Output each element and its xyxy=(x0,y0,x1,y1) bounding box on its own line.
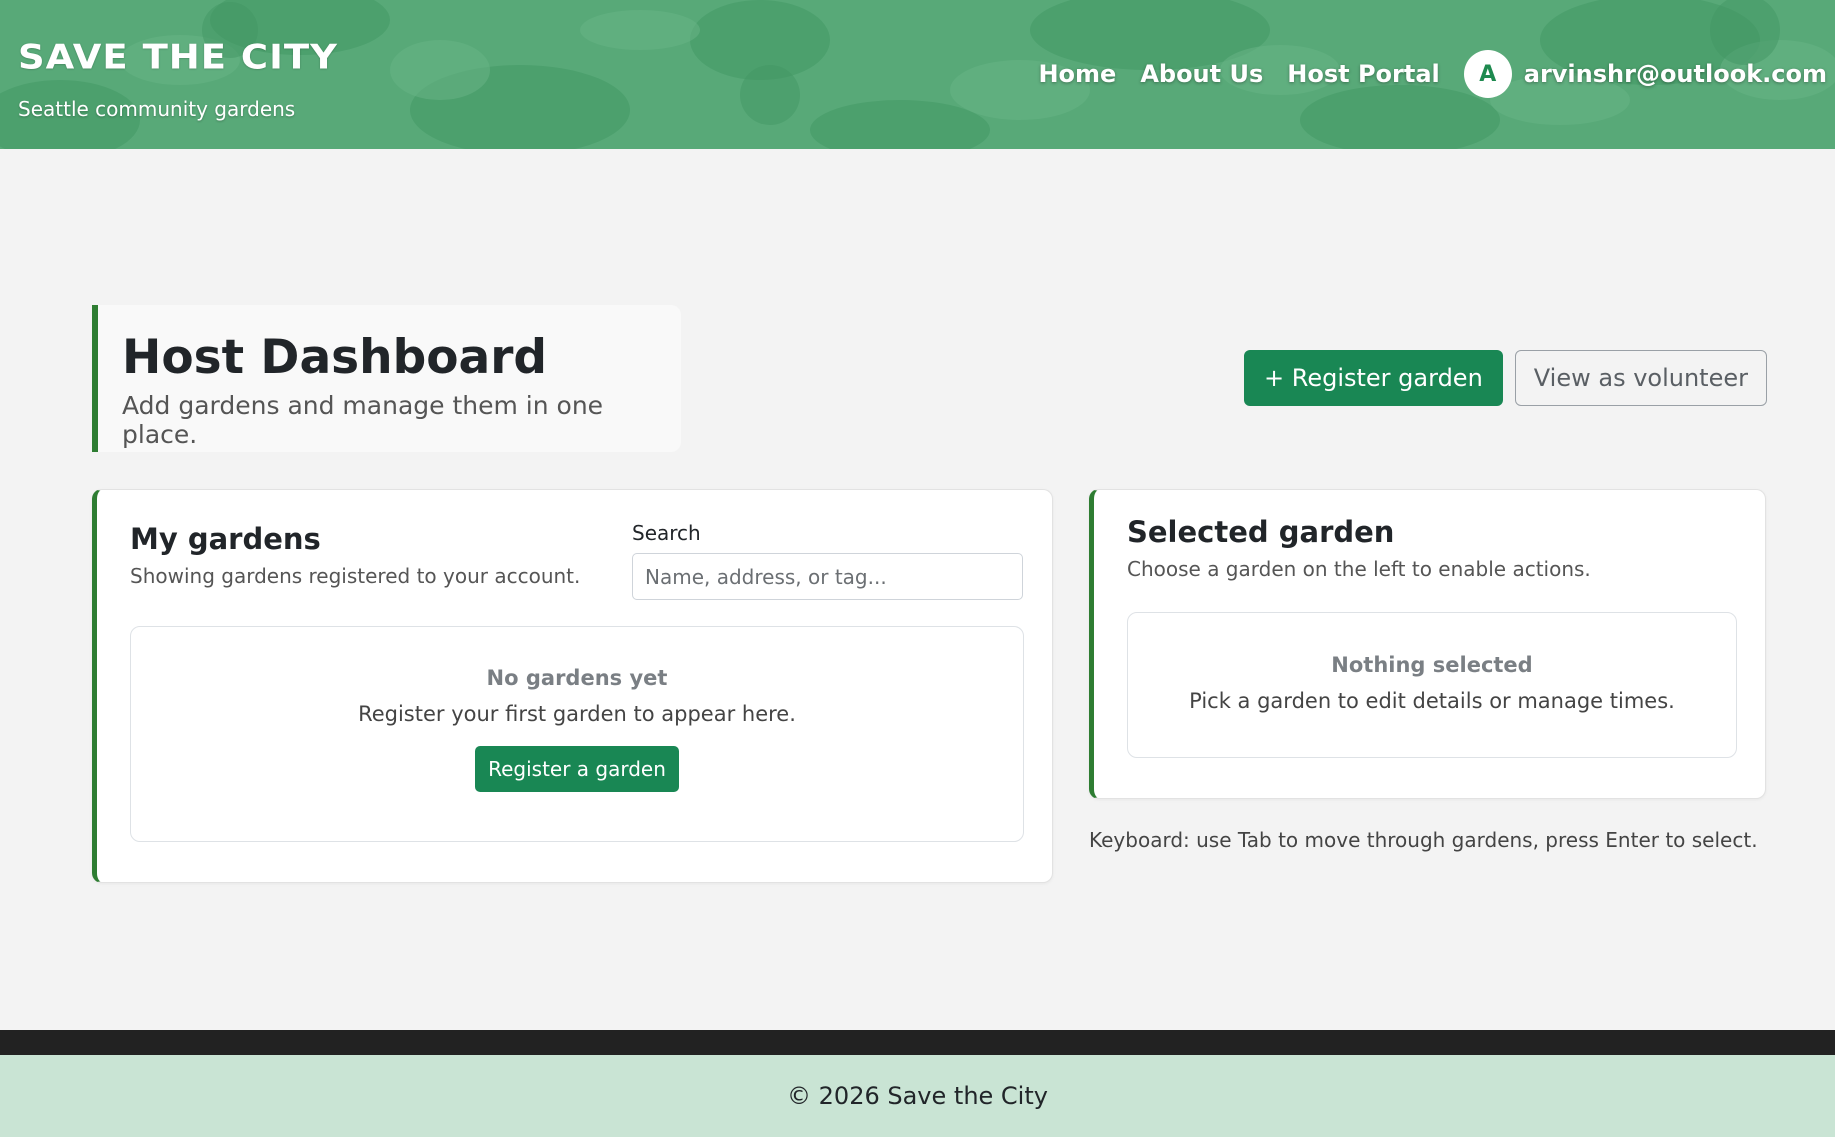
page-header: Host Dashboard Add gardens and manage th… xyxy=(92,305,681,452)
selected-garden-title: Selected garden xyxy=(1127,515,1395,549)
selected-empty-state: Nothing selected Pick a garden to edit d… xyxy=(1127,612,1737,758)
gardens-empty-text: Register your first garden to appear her… xyxy=(358,702,796,726)
search-block: Search xyxy=(632,521,1023,600)
view-as-volunteer-button[interactable]: View as volunteer xyxy=(1514,350,1767,406)
gardens-empty-state: No gardens yet Register your first garde… xyxy=(130,626,1024,842)
my-gardens-header: My gardens Showing gardens registered to… xyxy=(130,522,580,588)
nav-about-link[interactable]: About Us xyxy=(1140,60,1263,88)
page-subtitle: Add gardens and manage them in one place… xyxy=(122,391,604,450)
register-a-garden-button[interactable]: Register a garden xyxy=(475,746,679,792)
my-gardens-title: My gardens xyxy=(130,522,321,556)
page-title: Host Dashboard xyxy=(122,330,548,385)
footer-divider-bar xyxy=(0,1030,1835,1055)
site-header: SAVE THE CITY Seattle community gardens … xyxy=(0,0,1835,149)
user-menu[interactable]: A arvinshr@outlook.com xyxy=(1463,50,1827,98)
my-gardens-subtitle: Showing gardens registered to your accou… xyxy=(130,564,581,588)
brand-subtitle: Seattle community gardens xyxy=(18,97,296,121)
selected-garden-card: Selected garden Choose a garden on the l… xyxy=(1089,489,1766,799)
search-label: Search xyxy=(632,521,701,545)
nav-home-link[interactable]: Home xyxy=(1038,60,1116,88)
gardens-empty-title: No gardens yet xyxy=(486,666,668,690)
brand-title[interactable]: SAVE THE CITY xyxy=(18,37,338,77)
selected-garden-subtitle: Choose a garden on the left to enable ac… xyxy=(1127,557,1591,581)
selected-empty-title: Nothing selected xyxy=(1331,653,1533,677)
user-email[interactable]: arvinshr@outlook.com xyxy=(1524,60,1827,88)
main-nav: Home About Us Host Portal A arvinshr@out… xyxy=(1038,49,1827,99)
nav-host-portal-link[interactable]: Host Portal xyxy=(1287,60,1440,88)
register-garden-button[interactable]: + Register garden xyxy=(1244,350,1503,406)
avatar[interactable]: A xyxy=(1463,50,1512,98)
keyboard-hint: Keyboard: use Tab to move through garden… xyxy=(1089,828,1758,852)
search-input[interactable] xyxy=(632,553,1023,600)
site-footer: © 2026 Save the City xyxy=(0,1055,1835,1137)
selected-empty-text: Pick a garden to edit details or manage … xyxy=(1189,689,1675,713)
selected-garden-header: Selected garden Choose a garden on the l… xyxy=(1127,515,1591,581)
footer-copyright: © 2026 Save the City xyxy=(787,1082,1048,1110)
page-actions: + Register garden View as volunteer xyxy=(1244,350,1767,406)
my-gardens-card: My gardens Showing gardens registered to… xyxy=(92,489,1053,883)
